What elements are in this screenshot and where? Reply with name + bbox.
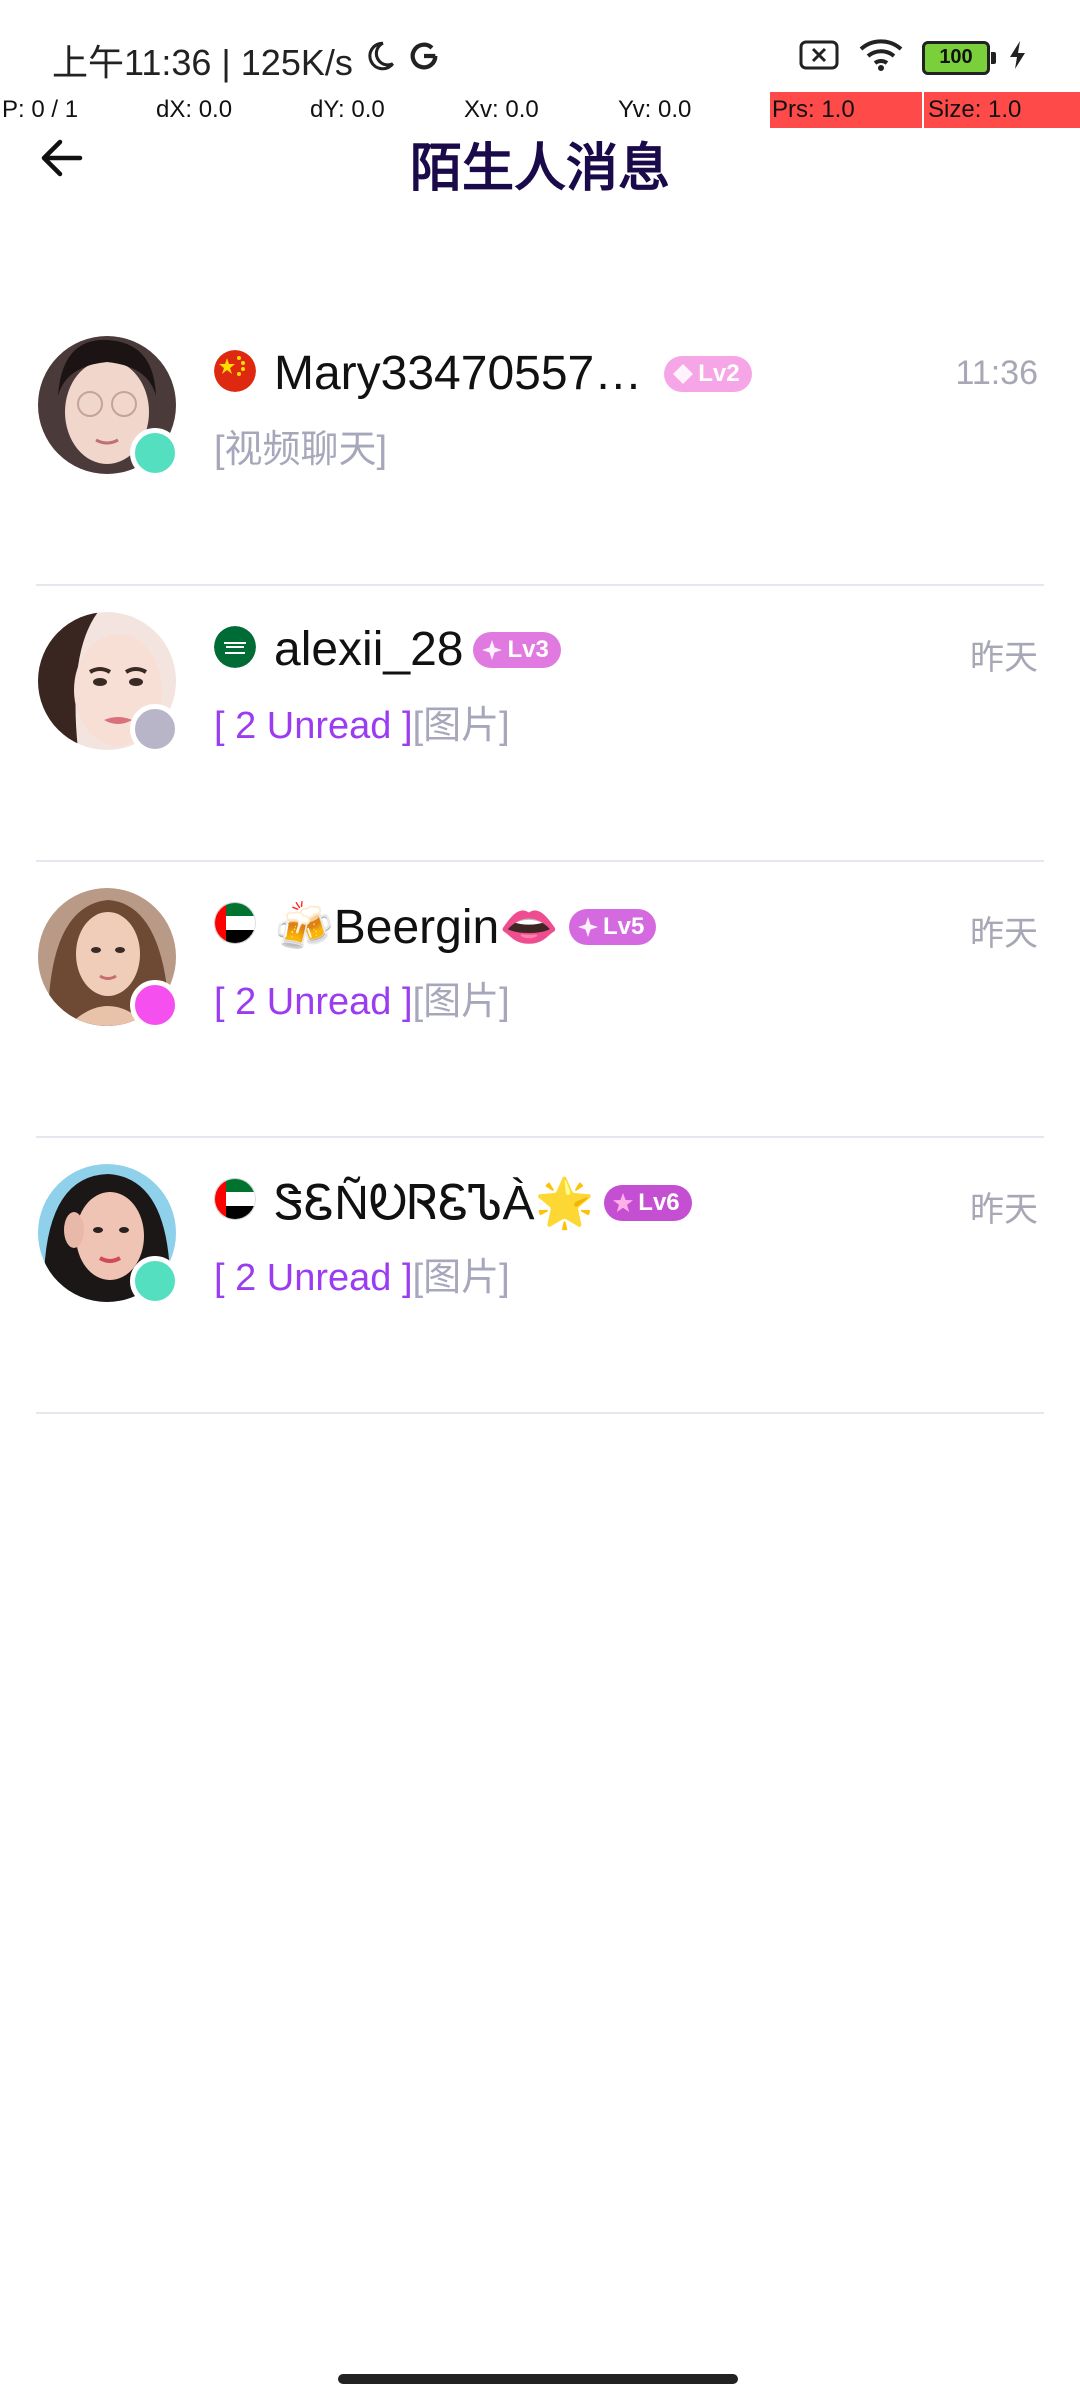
online-status-dot [130, 1256, 180, 1306]
status-bar: 上午11:36 | 125K/s 100 [0, 0, 1080, 92]
preview-text: [图片] [412, 705, 510, 747]
unread-count: [ 2 Unread ] [214, 705, 413, 747]
google-icon [407, 39, 441, 82]
status-left: 上午11:36 | 125K/s [52, 34, 441, 86]
preview-text: [视频聊天] [214, 429, 388, 471]
level-badge: Lv3 [473, 631, 561, 668]
level-text: Lv5 [602, 912, 645, 940]
level-badge: Lv5 [568, 908, 657, 945]
live-status-dot [130, 980, 180, 1030]
message-time: 昨天 [970, 639, 1038, 677]
saudi-flag-icon [214, 626, 256, 668]
china-flag-icon [214, 350, 256, 392]
debug-dx: dX: 0.0 [156, 96, 233, 123]
status-time: 上午11:36 | 125K/s [52, 42, 353, 83]
contact-name: Mary33470557… Lv2 [274, 346, 752, 401]
page-title: 陌生人消息 [409, 140, 670, 198]
sim-off-icon [798, 39, 840, 76]
sparkle-icon [482, 639, 503, 660]
message-preview: [视频聊天] [214, 418, 387, 473]
message-time: 昨天 [970, 1191, 1038, 1229]
battery-level: 100 [939, 46, 973, 68]
contact-name-text: Mary33470557… [274, 347, 643, 400]
contact-name-text: ᏕᏋÑᎧᏒᏋᏖÀ🌟 [274, 1177, 595, 1230]
unread-count: [ 2 Unread ] [214, 1257, 413, 1299]
star-icon [613, 1193, 634, 1212]
conversation-row[interactable]: ᏕᏋÑᎧᏒᏋᏖÀ🌟 Lv6 昨天 [ 2 Unread ][图片] [0, 1138, 1080, 1414]
battery-icon: 100 [922, 40, 996, 75]
level-text: Lv3 [507, 635, 549, 663]
preview-text: [图片] [412, 981, 510, 1023]
message-preview: [ 2 Unread ][图片] [214, 1246, 510, 1301]
contact-name: 🍻Beergin👄 Lv5 [274, 898, 657, 955]
home-indicator[interactable] [338, 2374, 738, 2384]
unread-count: [ 2 Unread ] [214, 981, 413, 1023]
conversation-list: Mary33470557… Lv2 11:36 [视频聊天] alexii_28… [0, 310, 1080, 1414]
level-badge: Lv2 [664, 355, 752, 392]
uae-flag-icon [214, 1178, 256, 1220]
preview-text: [图片] [412, 1257, 510, 1299]
status-right: 100 [798, 38, 1028, 77]
level-text: Lv2 [698, 359, 740, 387]
debug-yv: Yv: 0.0 [618, 96, 692, 123]
message-preview: [ 2 Unread ][图片] [214, 694, 510, 749]
wifi-icon [858, 38, 904, 77]
conversation-row[interactable]: 🍻Beergin👄 Lv5 昨天 [ 2 Unread ][图片] [0, 862, 1080, 1138]
contact-name: ᏕᏋÑᎧᏒᏋᏖÀ🌟 Lv6 [274, 1174, 692, 1232]
contact-name-text: alexii_28 [274, 623, 464, 676]
conversation-row[interactable]: alexii_28 Lv3 昨天 [ 2 Unread ][图片] [0, 586, 1080, 862]
header: 陌生人消息 [0, 122, 1080, 198]
sparkle-icon [577, 916, 598, 937]
screen: 上午11:36 | 125K/s 100 P: 0 / 1 dX: 0.0 dY… [0, 0, 1080, 2400]
message-preview: [ 2 Unread ][图片] [214, 970, 510, 1025]
debug-pointer: P: 0 / 1 [2, 96, 79, 123]
divider [36, 1412, 1044, 1414]
moon-icon [363, 39, 397, 82]
contact-name: alexii_28 Lv3 [274, 622, 561, 677]
level-text: Lv6 [638, 1189, 680, 1216]
diamond-icon [673, 363, 694, 384]
message-time: 11:36 [955, 354, 1038, 392]
debug-dy: dY: 0.0 [310, 96, 385, 123]
conversation-row[interactable]: Mary33470557… Lv2 11:36 [视频聊天] [0, 310, 1080, 586]
level-badge: Lv6 [604, 1185, 692, 1221]
uae-flag-icon [214, 902, 256, 944]
message-time: 昨天 [970, 915, 1038, 953]
online-status-dot [130, 428, 180, 478]
charging-icon [1008, 40, 1028, 75]
contact-name-text: 🍻Beergin👄 [274, 901, 559, 954]
offline-status-dot [130, 704, 180, 754]
debug-xv: Xv: 0.0 [464, 96, 539, 123]
